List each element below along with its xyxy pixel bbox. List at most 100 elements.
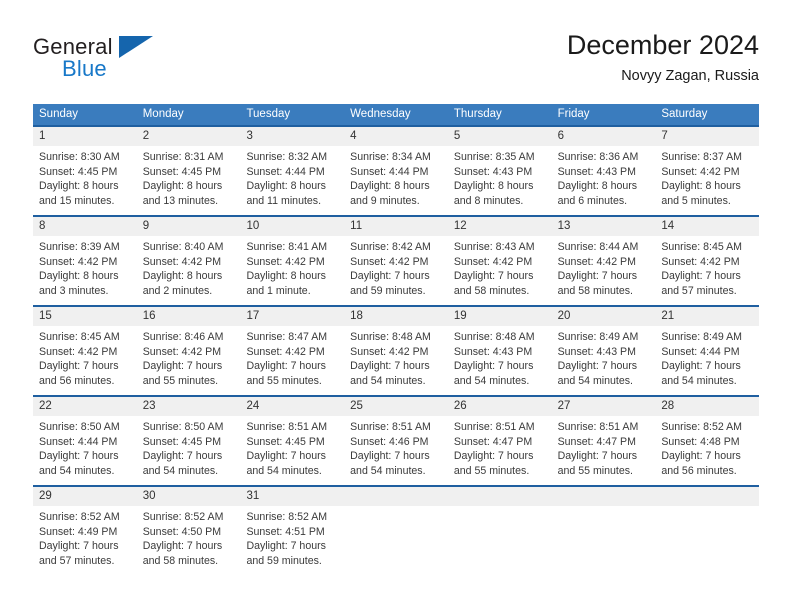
day-cell[interactable]: Sunrise: 8:51 AM Sunset: 4:45 PM Daylight:… bbox=[240, 416, 344, 485]
day-cell[interactable]: Sunrise: 8:43 AM Sunset: 4:42 PM Daylight:… bbox=[448, 236, 552, 305]
sunset-text: Sunset: 4:42 PM bbox=[246, 345, 325, 358]
day-number[interactable]: 6 bbox=[552, 127, 656, 146]
day-number[interactable]: 29 bbox=[33, 487, 137, 506]
sunset-text: Sunset: 4:42 PM bbox=[350, 255, 429, 268]
daylight-text: Daylight: 8 hours bbox=[246, 270, 326, 283]
day-cell[interactable]: Sunrise: 8:32 AM Sunset: 4:44 PM Daylight:… bbox=[240, 146, 344, 215]
day-number[interactable]: 23 bbox=[137, 397, 241, 416]
sunset-text: Sunset: 4:48 PM bbox=[661, 435, 740, 448]
sunset-text: Sunset: 4:47 PM bbox=[453, 435, 533, 448]
sunset-text: Sunset: 4:50 PM bbox=[142, 525, 222, 538]
day-number[interactable]: 30 bbox=[137, 487, 241, 506]
day-cell[interactable]: Sunrise: 8:31 AM Sunset: 4:45 PM Daylight:… bbox=[137, 146, 241, 215]
sunrise-text: Sunrise: 8:32 AM bbox=[246, 151, 328, 163]
day-number[interactable]: 26 bbox=[448, 397, 552, 416]
day-number[interactable]: 11 bbox=[344, 217, 448, 236]
daylight-text: Daylight: 8 hours bbox=[661, 180, 741, 193]
daylight-text: and 55 minutes. bbox=[246, 374, 322, 387]
sunrise-text: Sunrise: 8:51 AM bbox=[557, 421, 639, 433]
day-cell[interactable]: Sunrise: 8:51 AM Sunset: 4:46 PM Daylight:… bbox=[344, 416, 448, 485]
sunset-text: Sunset: 4:42 PM bbox=[246, 255, 325, 268]
day-number[interactable]: 15 bbox=[33, 307, 137, 326]
daylight-text: Daylight: 7 hours bbox=[142, 540, 223, 553]
weekday-header-monday: Monday bbox=[142, 108, 184, 120]
day-cell[interactable]: Sunrise: 8:45 AM Sunset: 4:42 PM Daylight:… bbox=[655, 236, 759, 305]
sunrise-text: Sunrise: 8:50 AM bbox=[39, 421, 120, 433]
sunrise-text: Sunrise: 8:52 AM bbox=[246, 511, 328, 523]
day-number[interactable]: 9 bbox=[137, 217, 241, 236]
day-cell[interactable]: Sunrise: 8:46 AM Sunset: 4:42 PM Daylight:… bbox=[137, 326, 241, 395]
daylight-text: Daylight: 7 hours bbox=[142, 450, 223, 463]
day-number[interactable]: 3 bbox=[240, 127, 344, 146]
weekday-header-thursday: Thursday bbox=[453, 108, 502, 120]
sunset-text: Sunset: 4:45 PM bbox=[142, 435, 222, 448]
day-number[interactable]: 7 bbox=[655, 127, 759, 146]
daylight-text: and 8 minutes. bbox=[453, 194, 524, 207]
day-cell[interactable]: Sunrise: 8:50 AM Sunset: 4:45 PM Daylight:… bbox=[137, 416, 241, 485]
sunrise-text: Sunrise: 8:34 AM bbox=[350, 151, 431, 163]
day-number[interactable]: 19 bbox=[448, 307, 552, 326]
weekday-header-saturday: Saturday bbox=[661, 108, 708, 120]
day-number[interactable]: 21 bbox=[655, 307, 759, 326]
day-cell[interactable]: Sunrise: 8:52 AM Sunset: 4:50 PM Daylight:… bbox=[137, 506, 241, 575]
general-blue-logo[interactable]: General Blue bbox=[33, 34, 213, 90]
day-cell[interactable]: Sunrise: 8:49 AM Sunset: 4:43 PM Daylight:… bbox=[552, 326, 656, 395]
day-cell[interactable]: Sunrise: 8:48 AM Sunset: 4:43 PM Daylight:… bbox=[448, 326, 552, 395]
day-cell[interactable]: Sunrise: 8:35 AM Sunset: 4:43 PM Daylight:… bbox=[448, 146, 552, 215]
sunrise-text: Sunrise: 8:30 AM bbox=[39, 151, 120, 163]
day-number[interactable]: 4 bbox=[344, 127, 448, 146]
sunset-text: Sunset: 4:42 PM bbox=[661, 255, 740, 268]
day-number[interactable]: 14 bbox=[655, 217, 759, 236]
day-cell[interactable]: Sunrise: 8:47 AM Sunset: 4:42 PM Daylight:… bbox=[240, 326, 344, 395]
day-cell[interactable]: Sunrise: 8:52 AM Sunset: 4:48 PM Daylight:… bbox=[655, 416, 759, 485]
day-number[interactable]: 20 bbox=[552, 307, 656, 326]
day-number[interactable]: 28 bbox=[655, 397, 759, 416]
day-cell[interactable]: Sunrise: 8:30 AM Sunset: 4:45 PM Daylight:… bbox=[33, 146, 137, 215]
day-info-band: Sunrise: 8:39 AM Sunset: 4:42 PM Daylight:… bbox=[33, 236, 759, 305]
day-number[interactable]: 2 bbox=[137, 127, 241, 146]
day-number[interactable]: 5 bbox=[448, 127, 552, 146]
day-number[interactable]: 1 bbox=[33, 127, 137, 146]
day-cell[interactable]: Sunrise: 8:51 AM Sunset: 4:47 PM Daylight:… bbox=[552, 416, 656, 485]
daylight-text: Daylight: 7 hours bbox=[39, 360, 119, 373]
day-cell[interactable]: Sunrise: 8:42 AM Sunset: 4:42 PM Daylight:… bbox=[344, 236, 448, 305]
day-number[interactable]: 31 bbox=[240, 487, 344, 506]
sunrise-text: Sunrise: 8:35 AM bbox=[453, 151, 535, 163]
day-number[interactable]: 13 bbox=[552, 217, 656, 236]
sunset-text: Sunset: 4:42 PM bbox=[350, 345, 429, 358]
day-number[interactable]: 24 bbox=[240, 397, 344, 416]
day-cell[interactable]: Sunrise: 8:48 AM Sunset: 4:42 PM Daylight:… bbox=[344, 326, 448, 395]
day-cell[interactable]: Sunrise: 8:50 AM Sunset: 4:44 PM Daylight:… bbox=[33, 416, 137, 485]
day-cell[interactable]: Sunrise: 8:34 AM Sunset: 4:44 PM Daylight:… bbox=[344, 146, 448, 215]
day-cell[interactable]: Sunrise: 8:52 AM Sunset: 4:51 PM Daylight:… bbox=[240, 506, 344, 575]
daylight-text: Daylight: 7 hours bbox=[453, 450, 534, 463]
daylight-text: and 54 minutes. bbox=[142, 464, 219, 477]
day-info-band: Sunrise: 8:50 AM Sunset: 4:44 PM Daylight:… bbox=[33, 416, 759, 485]
day-number[interactable]: 25 bbox=[344, 397, 448, 416]
day-cell[interactable]: Sunrise: 8:41 AM Sunset: 4:42 PM Daylight:… bbox=[240, 236, 344, 305]
day-cell[interactable]: Sunrise: 8:36 AM Sunset: 4:43 PM Daylight:… bbox=[552, 146, 656, 215]
daylight-text: Daylight: 8 hours bbox=[246, 180, 326, 193]
day-cell[interactable]: Sunrise: 8:49 AM Sunset: 4:44 PM Daylight:… bbox=[655, 326, 759, 395]
sunrise-text: Sunrise: 8:36 AM bbox=[557, 151, 639, 163]
weekday-header-wednesday: Wednesday bbox=[350, 108, 411, 120]
day-cell[interactable]: Sunrise: 8:39 AM Sunset: 4:42 PM Daylight:… bbox=[33, 236, 137, 305]
daylight-text: Daylight: 7 hours bbox=[39, 450, 119, 463]
day-number[interactable]: 17 bbox=[240, 307, 344, 326]
day-cell[interactable]: Sunrise: 8:44 AM Sunset: 4:42 PM Daylight:… bbox=[552, 236, 656, 305]
day-number[interactable]: 12 bbox=[448, 217, 552, 236]
day-cell[interactable]: Sunrise: 8:51 AM Sunset: 4:47 PM Daylight:… bbox=[448, 416, 552, 485]
day-number[interactable]: 22 bbox=[33, 397, 137, 416]
day-cell[interactable]: Sunrise: 8:45 AM Sunset: 4:42 PM Daylight:… bbox=[33, 326, 137, 395]
day-number[interactable]: 10 bbox=[240, 217, 344, 236]
day-number[interactable]: 8 bbox=[33, 217, 137, 236]
day-cell[interactable]: Sunrise: 8:52 AM Sunset: 4:49 PM Daylight:… bbox=[33, 506, 137, 575]
day-number[interactable]: 18 bbox=[344, 307, 448, 326]
sunset-text: Sunset: 4:42 PM bbox=[661, 165, 740, 178]
day-number[interactable]: 16 bbox=[137, 307, 241, 326]
day-number-band: 8 9 10 11 12 13 14 bbox=[33, 217, 759, 236]
day-number[interactable]: 27 bbox=[552, 397, 656, 416]
day-cell[interactable]: Sunrise: 8:40 AM Sunset: 4:42 PM Daylight:… bbox=[137, 236, 241, 305]
day-cell[interactable]: Sunrise: 8:37 AM Sunset: 4:42 PM Daylight:… bbox=[655, 146, 759, 215]
sunrise-text: Sunrise: 8:50 AM bbox=[142, 421, 224, 433]
